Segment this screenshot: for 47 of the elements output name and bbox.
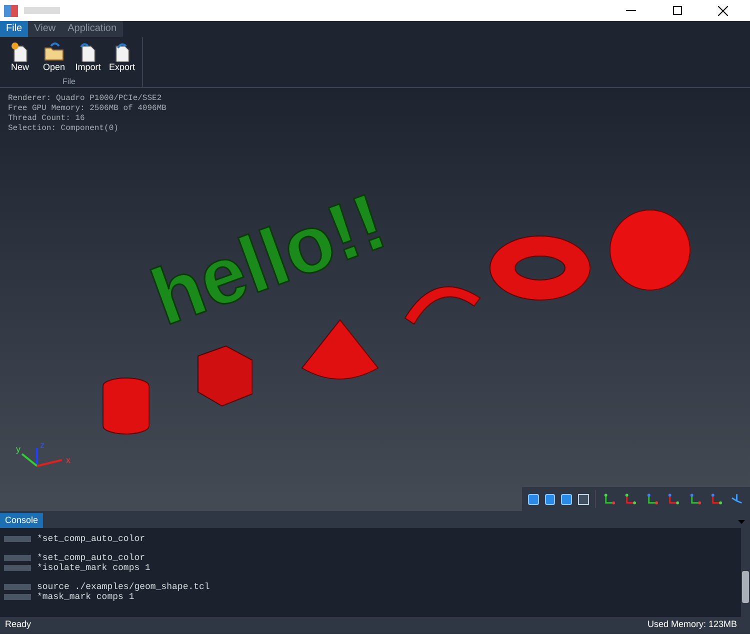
- ribbon-group-label: File: [62, 76, 76, 88]
- console-tab[interactable]: Console: [0, 513, 44, 528]
- console-line: *set_comp_auto_color: [37, 553, 146, 563]
- axis-view-icon[interactable]: [688, 492, 703, 506]
- menu-tab[interactable]: Application: [62, 21, 123, 37]
- blurred-timestamp: [4, 584, 31, 590]
- cube-view-icon[interactable]: [561, 494, 572, 504]
- axis-view-icon[interactable]: [602, 492, 618, 506]
- console-line: *mask_mark comps 1: [37, 592, 134, 602]
- wireframe-cube-icon[interactable]: [578, 494, 589, 504]
- axis-view-icon[interactable]: [708, 492, 724, 506]
- console-line: source ./examples/geom_shape.tcl: [37, 582, 210, 592]
- folder-icon: [43, 40, 65, 62]
- info-line: Free GPU Memory: 2506MB of 4096MB: [8, 104, 168, 114]
- axis-label: x: [66, 455, 70, 465]
- axis-label: z: [40, 440, 44, 450]
- blurred-title: [24, 7, 60, 14]
- menu-tab[interactable]: File: [0, 21, 28, 37]
- console-line: *set_comp_auto_color: [37, 534, 146, 544]
- close-icon[interactable]: [718, 6, 728, 16]
- app-icon: [4, 4, 18, 16]
- blurred-timestamp: [4, 594, 31, 600]
- info-line: Thread Count: 16: [8, 114, 86, 124]
- blurred-timestamp: [4, 536, 31, 542]
- cube-shape: [198, 345, 252, 407]
- console-line: *isolate_mark comps 1: [37, 563, 150, 573]
- ribbon-button[interactable]: Export: [106, 40, 138, 73]
- ribbon-button[interactable]: New: [4, 40, 36, 73]
- cube-view-icon[interactable]: [544, 494, 556, 504]
- axes-gizmo-drawing: [21, 448, 62, 467]
- hello-3d-text: hello!!: [140, 176, 396, 342]
- axis-label: y: [16, 444, 20, 454]
- status-text: Ready: [5, 618, 32, 632]
- axes-view-icon[interactable]: [730, 492, 744, 506]
- axis-view-icon[interactable]: [623, 492, 639, 506]
- info-line: Selection: Component(0): [8, 124, 120, 134]
- memory-usage: Used Memory: 123MB: [647, 618, 737, 632]
- axis-view-icon[interactable]: [666, 492, 682, 506]
- blurred-timestamp: [4, 555, 31, 561]
- cylinder-shape: [102, 378, 150, 434]
- axis-view-icon[interactable]: [644, 492, 660, 506]
- menu-tab[interactable]: View: [28, 21, 62, 37]
- cube-view-icon[interactable]: [528, 494, 539, 504]
- ribbon-button[interactable]: Open: [38, 40, 70, 73]
- ribbon-button[interactable]: Import: [72, 40, 104, 73]
- info-line: Renderer: Quadro P1000/PCIe/SSE2: [8, 94, 163, 104]
- blurred-timestamp: [4, 565, 31, 571]
